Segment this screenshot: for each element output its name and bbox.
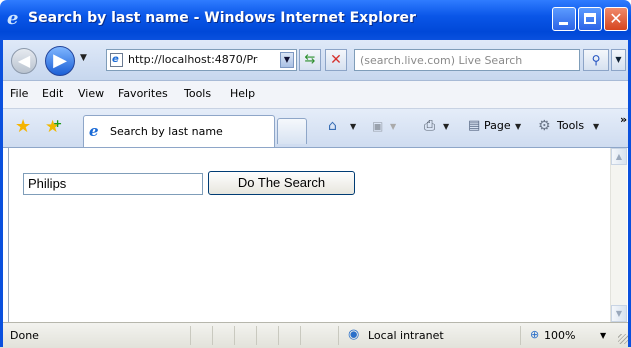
status-text: Done <box>10 329 39 342</box>
maximize-icon <box>584 13 596 24</box>
forward-button[interactable]: ▶ <box>45 46 75 76</box>
menu-file[interactable]: File <box>10 87 28 100</box>
live-search-input[interactable]: (search.live.com) Live Search <box>354 49 580 71</box>
status-bar: Done ◉ Local intranet ⊕ 100% ▼ <box>0 322 631 348</box>
status-divider <box>256 326 257 345</box>
menu-tools[interactable]: Tools <box>184 87 211 100</box>
stop-icon: ✕ <box>330 52 342 68</box>
status-divider <box>278 326 279 345</box>
status-divider <box>520 326 521 345</box>
gear-icon: ⚙ <box>538 118 551 134</box>
ie-page-icon: e <box>89 122 99 140</box>
home-icon[interactable]: ⌂ <box>328 118 337 134</box>
feeds-dropdown[interactable]: ▼ <box>390 122 396 131</box>
back-arrow-icon: ◀ <box>17 51 31 70</box>
address-url[interactable]: http://localhost:4870/Pro <box>128 53 258 66</box>
forward-arrow-icon: ▶ <box>53 50 67 71</box>
zoom-dropdown[interactable]: ▼ <box>600 331 606 340</box>
search-button[interactable]: ⚲ <box>583 49 609 71</box>
minimize-icon <box>559 22 568 25</box>
search-options-dropdown[interactable]: ▼ <box>611 49 626 71</box>
zoom-icon: ⊕ <box>530 328 540 341</box>
do-the-search-button[interactable]: Do The Search <box>208 171 355 195</box>
window-title: Search by last name - Windows Internet E… <box>28 10 416 26</box>
back-button[interactable]: ◀ <box>11 48 37 74</box>
page-menu-label[interactable]: Page <box>484 119 511 132</box>
address-field[interactable]: e http://localhost:4870/Pro ▼ <box>106 49 297 71</box>
page-icon: ▤ <box>468 118 481 133</box>
title-bar: e Search by last name - Windows Internet… <box>0 0 631 40</box>
menu-view[interactable]: View <box>78 87 104 100</box>
printer-icon[interactable]: ⎙ <box>424 118 435 134</box>
print-dropdown[interactable]: ▼ <box>443 122 449 131</box>
status-divider <box>190 326 191 345</box>
favorites-star-icon[interactable]: ★ <box>15 118 31 136</box>
close-icon: ✕ <box>609 9 623 28</box>
tab-label: Search by last name <box>110 125 223 138</box>
intranet-icon: ◉ <box>348 327 360 342</box>
last-name-input[interactable]: Philips <box>23 173 203 195</box>
scroll-down-button[interactable]: ▼ <box>611 305 627 322</box>
stop-button[interactable]: ✕ <box>325 49 347 71</box>
refresh-icon: ⇆ <box>304 52 316 67</box>
search-placeholder: (search.live.com) Live Search <box>360 54 523 67</box>
menu-favorites[interactable]: Favorites <box>118 87 168 100</box>
close-button[interactable]: ✕ <box>604 7 628 31</box>
new-tab-button[interactable] <box>277 118 307 144</box>
tab-search-by-last-name[interactable]: e Search by last name <box>83 115 275 147</box>
chevron-more-icon[interactable]: » <box>620 113 627 126</box>
scroll-up-button[interactable]: ▲ <box>611 148 627 165</box>
ie-logo-icon: e <box>7 8 19 29</box>
zoom-level[interactable]: 100% <box>544 329 575 342</box>
minimize-button[interactable] <box>552 7 576 31</box>
security-zone[interactable]: Local intranet <box>368 329 444 342</box>
status-divider <box>300 326 301 345</box>
vertical-scrollbar[interactable]: ▲ ▼ <box>610 148 627 322</box>
tools-menu-label[interactable]: Tools <box>557 119 584 132</box>
tools-dropdown[interactable]: ▼ <box>593 122 599 131</box>
menu-edit[interactable]: Edit <box>42 87 63 100</box>
status-divider <box>234 326 235 345</box>
add-favorite-icon[interactable]: ★ <box>45 115 63 136</box>
status-divider <box>212 326 213 345</box>
page-content: Philips Do The Search <box>8 148 611 322</box>
magnifier-icon: ⚲ <box>591 53 601 67</box>
menu-help[interactable]: Help <box>230 87 255 100</box>
page-favicon-icon: e <box>110 53 123 67</box>
menu-bar: File Edit View Favorites Tools Help <box>0 81 631 109</box>
tab-bar: ★ ★ e Search by last name ⌂ ▼ ▣ ▼ ⎙ ▼ ▤ … <box>0 109 631 148</box>
page-dropdown[interactable]: ▼ <box>515 122 521 131</box>
browser-window: e Search by last name - Windows Internet… <box>0 0 631 348</box>
home-dropdown[interactable]: ▼ <box>350 122 356 131</box>
rss-feed-icon[interactable]: ▣ <box>372 118 383 134</box>
maximize-button[interactable] <box>578 7 602 31</box>
refresh-button[interactable]: ⇆ <box>299 49 321 71</box>
resize-grip[interactable] <box>618 334 628 344</box>
address-toolbar: ◀ ▶ ▼ e http://localhost:4870/Pro ▼ ⇆ ✕ … <box>0 40 631 81</box>
status-divider <box>338 326 339 345</box>
address-dropdown[interactable]: ▼ <box>280 52 294 68</box>
recent-pages-dropdown[interactable]: ▼ <box>80 53 87 63</box>
